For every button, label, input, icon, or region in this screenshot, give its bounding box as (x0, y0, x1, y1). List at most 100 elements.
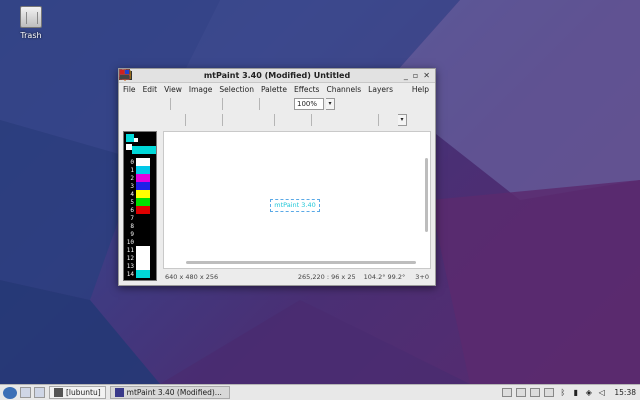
palette-entry[interactable]: 9 (124, 230, 156, 238)
palette-entry[interactable]: 5 (124, 198, 156, 206)
menu-image[interactable]: Image (189, 85, 213, 94)
toolbar-separator (222, 98, 223, 110)
bluetooth-icon[interactable]: ᛒ (558, 388, 567, 397)
menu-file[interactable]: File (123, 85, 136, 94)
palette-entry[interactable]: 13 (124, 262, 156, 270)
palette-entry[interactable]: 2 (124, 174, 156, 182)
flood-fill-icon[interactable] (119, 70, 166, 127)
redo-icon[interactable] (120, 70, 255, 111)
palette-entry[interactable]: 12 (124, 254, 156, 262)
palette-entry[interactable]: 0 (124, 158, 156, 166)
minimize-button[interactable]: _ (404, 71, 408, 80)
file-manager-icon[interactable] (20, 387, 31, 398)
toolbar-separator (170, 98, 171, 110)
palette-entry[interactable]: 14 (124, 270, 156, 278)
tools-toolbar: ▾ (119, 69, 435, 128)
mtpaint-icon (114, 388, 124, 397)
menu-view[interactable]: View (164, 85, 182, 94)
maximize-button[interactable]: ▫ (413, 71, 418, 80)
desktop-trash[interactable]: Trash (14, 6, 48, 40)
toolbar-separator (259, 98, 260, 110)
tools-dropdown-icon[interactable]: ▾ (398, 114, 407, 126)
paint-brush-icon[interactable] (119, 69, 136, 127)
window-titlebar[interactable]: mtPaint 3.40 (Modified) Untitled _ ▫ ✕ (119, 69, 435, 83)
pan-icon[interactable] (119, 69, 292, 111)
rectangle-fill-icon[interactable] (120, 70, 374, 127)
palette-entry[interactable]: 8 (124, 222, 156, 230)
palette-entry[interactable]: 11 (124, 246, 156, 254)
trash-label: Trash (20, 31, 42, 40)
text-tool-icon[interactable] (120, 69, 307, 127)
save-icon[interactable] (119, 69, 166, 111)
browser-icon[interactable] (34, 387, 45, 398)
transform-icon[interactable] (119, 69, 277, 111)
toolbar-separator (274, 114, 275, 126)
taskbar: [lubuntu] mtPaint 3.40 (Modified)... ᛒ ▮… (0, 384, 640, 400)
workspace-1[interactable] (502, 388, 513, 397)
main-toolbar: 100% ▾ (119, 69, 435, 112)
cut-icon[interactable] (119, 69, 188, 111)
shuffle-icon[interactable] (120, 70, 151, 127)
status-cursor: 265,220 : 96 x 25 (297, 273, 356, 281)
ellipse-fill-icon[interactable] (120, 70, 344, 127)
open-folder-icon[interactable] (119, 70, 151, 111)
workspace-2[interactable] (516, 388, 527, 397)
text-selection[interactable]: mtPaint 3.40 (270, 199, 320, 212)
wallpaper-facet (430, 180, 640, 384)
menu-selection[interactable]: Selection (219, 85, 254, 94)
image-canvas[interactable]: mtPaint 3.40 (163, 131, 431, 269)
mtpaint-window: mtPaint 3.40 (Modified) Untitled _ ▫ ✕ F… (118, 68, 436, 286)
color-preview[interactable] (124, 132, 156, 154)
smudge-icon[interactable] (120, 70, 203, 127)
workspace-4[interactable] (544, 388, 555, 397)
copy-icon[interactable] (119, 69, 203, 111)
palette-entry[interactable]: 10 (124, 238, 156, 246)
polygon-select-icon[interactable] (120, 70, 255, 127)
clock[interactable]: 15:38 (614, 388, 636, 397)
undo-icon[interactable] (120, 70, 240, 111)
menu-help[interactable]: Help (412, 85, 429, 94)
menu-channels[interactable]: Channels (326, 85, 361, 94)
channels-icon[interactable] (120, 70, 396, 127)
palette-entry[interactable]: 7 (124, 214, 156, 222)
menu-layers[interactable]: Layers (368, 85, 393, 94)
toolbar-separator (378, 114, 379, 126)
lasso-icon[interactable] (120, 70, 292, 127)
wallpaper-facet (160, 300, 470, 384)
status-geometry: 640 x 480 x 256 (165, 273, 219, 281)
close-button[interactable]: ✕ (423, 71, 430, 80)
battery-icon[interactable]: ▮ (571, 388, 580, 397)
volume-icon[interactable]: ◁ (597, 388, 606, 397)
stop-icon[interactable] (120, 70, 240, 127)
palette-panel: 0 1 2 3 4 5 6 7 8 9 10 11 12 13 14 (123, 131, 157, 281)
vertical-scrollbar[interactable] (425, 158, 428, 232)
zoom-field[interactable]: 100% (294, 98, 324, 110)
desktop: Trash mtPaint 3.40 (Modified) Untitled _… (0, 0, 640, 384)
paste-icon[interactable] (119, 69, 218, 111)
palette-entry[interactable]: 6 (124, 206, 156, 214)
gradient-icon[interactable] (120, 70, 270, 127)
taskbar-item-mtpaint[interactable]: mtPaint 3.40 (Modified)... (109, 386, 230, 399)
new-file-icon[interactable] (119, 69, 136, 111)
palette-entry[interactable]: 1 (124, 166, 156, 174)
status-index: 3+0 (415, 273, 429, 281)
toolbar-separator (222, 114, 223, 126)
workspace-3[interactable] (530, 388, 541, 397)
taskbar-item-folder[interactable]: [lubuntu] (49, 386, 106, 399)
menu-palette[interactable]: Palette (261, 85, 287, 94)
horizontal-scrollbar[interactable] (186, 261, 416, 264)
network-icon[interactable]: ◈ (584, 388, 593, 397)
trash-icon (20, 6, 42, 28)
ellipse-outline-icon[interactable] (119, 69, 329, 127)
rectangle-outline-icon[interactable] (119, 69, 359, 127)
palette-entry[interactable]: 3 (124, 182, 156, 190)
palette-entry[interactable]: 4 (124, 190, 156, 198)
menu-edit[interactable]: Edit (143, 85, 158, 94)
zoom-dropdown-icon[interactable]: ▾ (326, 98, 335, 110)
clone-icon[interactable] (119, 70, 218, 127)
taskbar-app-label: mtPaint 3.40 (Modified)... (126, 388, 222, 397)
start-menu-icon[interactable] (3, 386, 17, 399)
menu-effects[interactable]: Effects (294, 85, 320, 94)
straight-line-icon[interactable] (123, 70, 181, 127)
taskbar-folder-label: [lubuntu] (66, 388, 101, 397)
